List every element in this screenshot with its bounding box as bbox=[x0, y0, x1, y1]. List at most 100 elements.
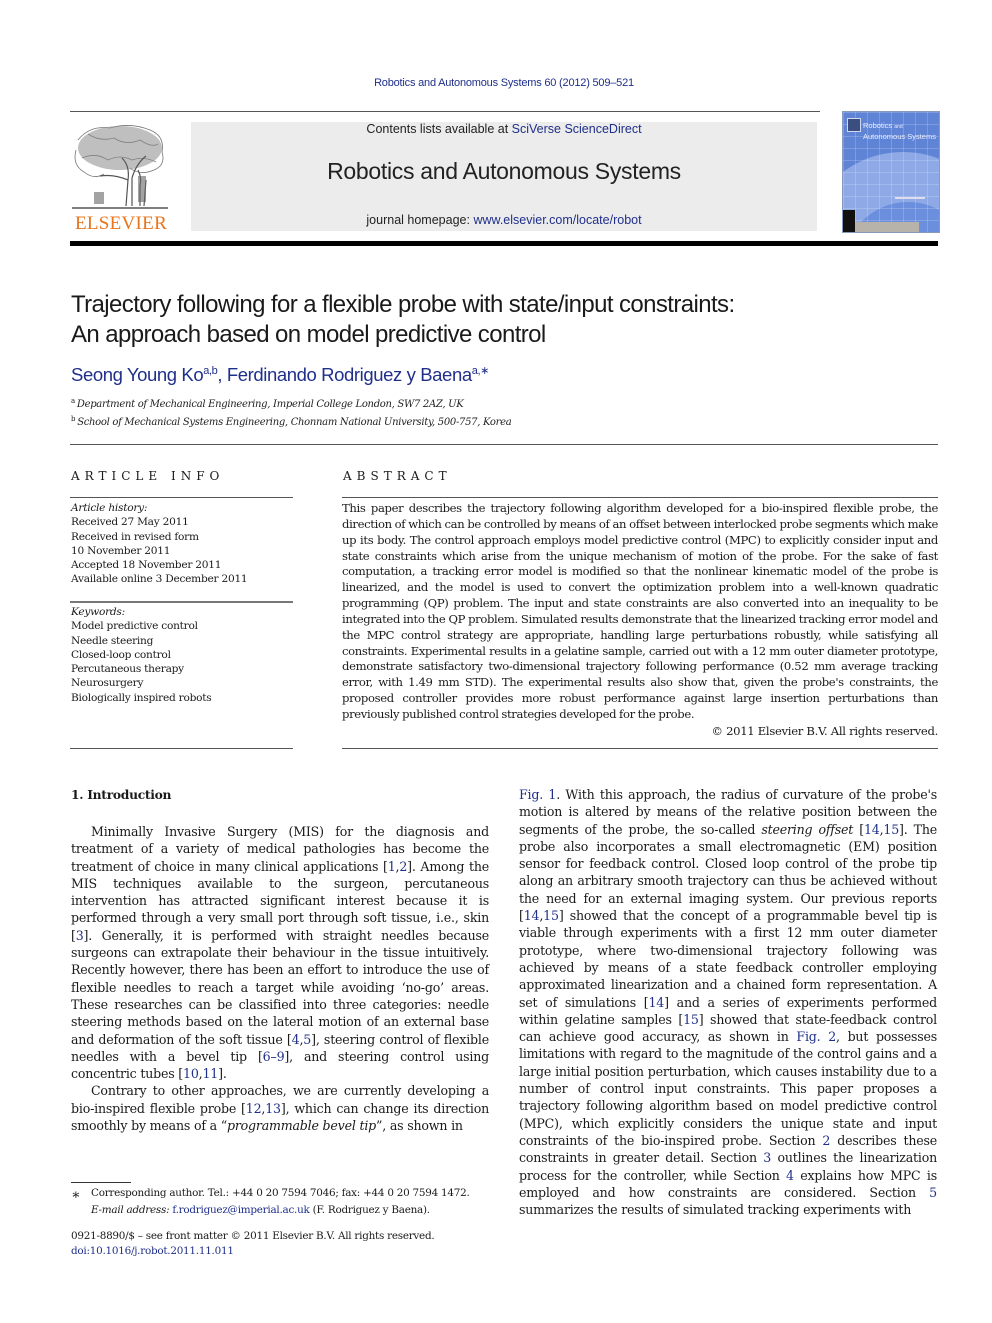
paragraph: Fig. 1. With this approach, the radius o… bbox=[519, 786, 937, 1218]
citation-link[interactable]: 3 bbox=[763, 1150, 771, 1165]
journal-cover-thumbnail[interactable]: Robotics and Autonomous Systems bbox=[842, 111, 940, 233]
abstract-heading: ABSTRACT bbox=[343, 469, 452, 483]
body-column-left: Minimally Invasive Surgery (MIS) for the… bbox=[71, 823, 489, 1134]
keyword-item: Biologically inspired robots bbox=[71, 691, 212, 704]
abstract-copyright: © 2011 Elsevier B.V. All rights reserved… bbox=[711, 724, 938, 738]
keywords-rule bbox=[70, 601, 293, 603]
paragraph: Minimally Invasive Surgery (MIS) for the… bbox=[71, 823, 489, 1082]
paper-title-line2: An approach based on model predictive co… bbox=[71, 321, 546, 348]
citation-link[interactable]: 5 bbox=[929, 1185, 937, 1200]
abstract-bottom-rule bbox=[342, 748, 938, 749]
contents-prefix: Contents lists available at bbox=[366, 122, 512, 136]
affiliation-mark: b bbox=[71, 415, 76, 423]
cover-grey-bar bbox=[855, 222, 919, 232]
abstract-text: This paper describes the trajectory foll… bbox=[342, 501, 938, 721]
author-name[interactable]: Seong Young Ko bbox=[71, 364, 204, 385]
affiliation-text: School of Mechanical Systems Engineering… bbox=[77, 417, 512, 428]
doi-link[interactable]: doi:10.1016/j.robot.2011.11.011 bbox=[71, 1244, 434, 1259]
citation-link[interactable]: 14 bbox=[864, 822, 880, 837]
citation-link[interactable]: Fig. 2 bbox=[796, 1029, 836, 1044]
cover-title: Robotics and Autonomous Systems bbox=[863, 121, 936, 142]
email-suffix: (F. Rodriguez y Baena). bbox=[309, 1204, 430, 1216]
citation-link[interactable]: 11 bbox=[202, 1066, 218, 1081]
paragraph: Contrary to other approaches, we are cur… bbox=[71, 1082, 489, 1134]
body-text: . Generally, it is performed with straig… bbox=[71, 927, 489, 1047]
affiliation-b: b School of Mechanical Systems Engineerin… bbox=[71, 415, 512, 428]
body-text: . bbox=[222, 1066, 227, 1082]
journal-title: Robotics and Autonomous Systems bbox=[327, 158, 681, 184]
keyword-item: Model predictive control bbox=[71, 620, 198, 633]
contents-availability-line: Contents lists available at SciVerse Sci… bbox=[191, 122, 817, 136]
section-heading-introduction: 1. Introduction bbox=[71, 787, 172, 802]
affiliation-rule bbox=[70, 444, 938, 445]
history-item: Accepted 18 November 2011 bbox=[71, 559, 222, 572]
author-affiliation-mark[interactable]: a,b bbox=[203, 365, 217, 377]
article-info-rule bbox=[70, 497, 293, 498]
journal-homepage-line: journal homepage: www.elsevier.com/locat… bbox=[191, 213, 817, 227]
article-history-label: Article history: bbox=[71, 502, 148, 514]
header-rule bbox=[70, 111, 820, 112]
footnote-star-mark: ∗ bbox=[71, 1187, 81, 1203]
body-column-right: Fig. 1. With this approach, the radius o… bbox=[519, 786, 937, 1218]
issn-line: 0921-8890/$ – see front matter © 2011 El… bbox=[71, 1230, 435, 1242]
citation-link[interactable]: 1 bbox=[388, 859, 396, 874]
keywords: Keywords: Model predictive control Needl… bbox=[71, 605, 212, 705]
affiliation-a: a Department of Mechanical Engineering, I… bbox=[71, 397, 464, 410]
body-text: , but possesses limitations with regard … bbox=[519, 1029, 938, 1148]
body-text: [ bbox=[853, 821, 864, 837]
citation-link[interactable]: 15 bbox=[683, 1012, 699, 1027]
citation-link[interactable]: 3 bbox=[76, 928, 84, 943]
keyword-item: Percutaneous therapy bbox=[71, 663, 184, 676]
cover-title-line2: Autonomous Systems bbox=[863, 132, 936, 141]
citation-link[interactable]: 10 bbox=[183, 1066, 199, 1081]
elsevier-logo[interactable]: ELSEVIER bbox=[70, 120, 172, 234]
citation-link[interactable]: 2 bbox=[399, 859, 407, 874]
paper-title-line1: Trajectory following for a flexible prob… bbox=[71, 291, 735, 318]
article-info-bottom-rule bbox=[70, 748, 293, 749]
author-separator: , bbox=[217, 364, 227, 385]
history-item: Received in revised form bbox=[71, 530, 199, 543]
cover-emblem-icon bbox=[847, 118, 861, 132]
citation-link[interactable]: 13 bbox=[265, 1101, 281, 1116]
keyword-item: Closed-loop control bbox=[71, 648, 171, 661]
paper-title: Trajectory following for a flexible prob… bbox=[71, 290, 931, 350]
journal-reference[interactable]: Robotics and Autonomous Systems 60 (2012… bbox=[0, 77, 992, 89]
author-affiliation-mark[interactable]: a,∗ bbox=[472, 365, 490, 377]
email-link[interactable]: f.rodriguez@imperial.ac.uk bbox=[172, 1204, 309, 1216]
history-item: 10 November 2011 bbox=[71, 544, 171, 557]
citation-link[interactable]: 5 bbox=[303, 1032, 311, 1047]
citation-link[interactable]: 12 bbox=[246, 1101, 262, 1116]
sciencedirect-link[interactable]: SciVerse ScienceDirect bbox=[512, 122, 642, 136]
body-text: summarizes the results of simulated trac… bbox=[519, 1202, 912, 1218]
elsevier-tree-icon bbox=[72, 125, 168, 209]
keyword-item: Neurosurgery bbox=[71, 677, 144, 690]
cover-subtitle-bar bbox=[895, 197, 925, 199]
citation-link[interactable]: 4 bbox=[786, 1168, 794, 1183]
keyword-item: Needle steering bbox=[71, 634, 154, 647]
journal-masthead: Contents lists available at SciVerse Sci… bbox=[191, 122, 817, 231]
author-list: Seong Young Koa,b, Ferdinando Rodriguez … bbox=[71, 364, 489, 386]
cover-title-line1: Robotics bbox=[863, 121, 893, 130]
corresponding-author-details: Corresponding author. Tel.: +44 0 20 759… bbox=[91, 1187, 470, 1199]
citation-link[interactable]: 15 bbox=[543, 908, 559, 923]
journal-homepage-link[interactable]: www.elsevier.com/locate/robot bbox=[473, 213, 641, 227]
history-item: Available online 3 December 2011 bbox=[71, 573, 248, 586]
article-info-heading: ARTICLE INFO bbox=[71, 469, 225, 483]
cover-title-and: and bbox=[894, 124, 903, 130]
header-thick-rule bbox=[70, 241, 938, 246]
author-name[interactable]: Ferdinando Rodriguez y Baena bbox=[227, 364, 472, 385]
emphasized-text: programmable bevel tip bbox=[226, 1118, 377, 1134]
citation-link[interactable]: 15 bbox=[883, 822, 899, 837]
front-matter: 0921-8890/$ – see front matter © 2011 El… bbox=[71, 1229, 435, 1259]
citation-link[interactable]: Fig. 1 bbox=[519, 787, 556, 802]
abstract-rule bbox=[342, 497, 938, 498]
body-text: ”, as shown in bbox=[376, 1118, 463, 1134]
citation-link[interactable]: 14 bbox=[648, 995, 664, 1010]
citation-link[interactable]: 14 bbox=[524, 908, 540, 923]
corresponding-author-footnote: ∗ Corresponding author. Tel.: +44 0 20 75… bbox=[71, 1186, 470, 1218]
elsevier-wordmark: ELSEVIER bbox=[74, 213, 168, 234]
homepage-prefix: journal homepage: bbox=[366, 213, 474, 227]
citation-link[interactable]: 6–9 bbox=[263, 1049, 285, 1064]
history-item: Received 27 May 2011 bbox=[71, 516, 189, 529]
emphasized-text: steering offset bbox=[761, 821, 854, 837]
